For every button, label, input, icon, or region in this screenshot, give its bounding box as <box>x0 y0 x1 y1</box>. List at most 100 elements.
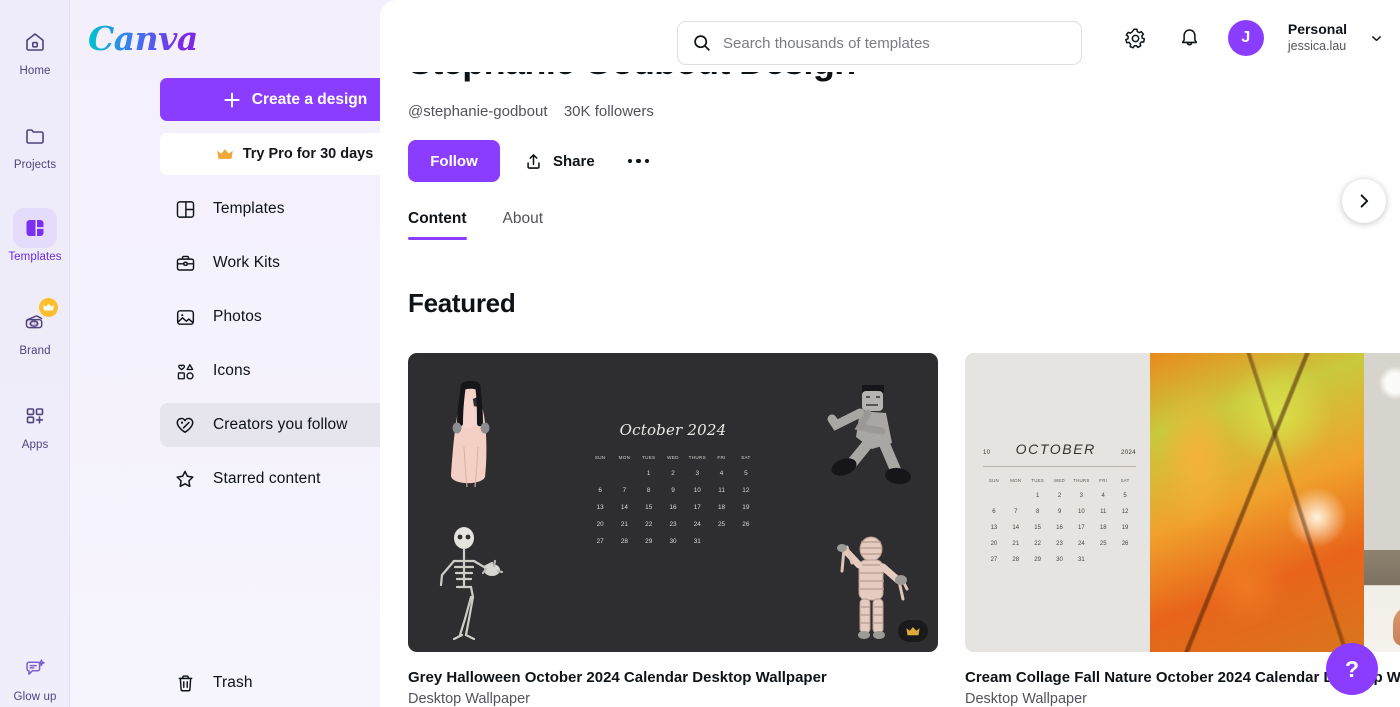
calendar-weekday: WED <box>1053 478 1065 483</box>
calendar-day: 29 <box>1034 557 1041 563</box>
calendar-day: 20 <box>596 521 604 528</box>
calendar-day: 18 <box>1099 525 1107 531</box>
calendar-day: 5 <box>744 470 748 477</box>
calendar-day: 3 <box>1079 493 1084 499</box>
avatar[interactable]: J <box>1227 20 1264 56</box>
template-thumbnail[interactable]: 10 OCTOBER 2024 SUN MON TUES WED THURS FRI SAT… <box>965 353 1400 652</box>
calendar-day-blank <box>612 470 636 477</box>
rail-label-templates: Templates <box>8 251 62 263</box>
calendar-day: 17 <box>1078 525 1085 531</box>
calendar-day: 20 <box>990 541 998 547</box>
ghost-lady-illustration <box>450 381 490 488</box>
calendar-weekday: THURS <box>1073 478 1090 483</box>
rail-item-home[interactable]: Home <box>0 22 70 77</box>
calendar-day: 22 <box>1034 541 1041 547</box>
profile-tabs: Content About <box>408 210 1400 240</box>
calendar-year: 2024 <box>1121 450 1136 456</box>
calendar-day: 25 <box>718 521 726 528</box>
calendar-day: 6 <box>598 487 602 494</box>
follow-button[interactable]: Follow <box>408 140 500 182</box>
tab-content[interactable]: Content <box>408 210 467 240</box>
calendar-day: 14 <box>620 504 628 511</box>
sidebar-label-work-kits: Work Kits <box>213 254 280 271</box>
template-card[interactable]: October 2024 SUN MON TUES WED THURS FRI SAT 1 2 3… <box>408 353 938 707</box>
calendar-heading: October 2024 <box>619 421 727 439</box>
rail-item-projects[interactable]: Projects <box>0 116 70 171</box>
templates-icon <box>13 208 57 248</box>
calendar-day: 13 <box>596 504 604 511</box>
calendar-day-blank <box>588 470 612 477</box>
tab-about[interactable]: About <box>503 210 544 240</box>
section-title-featured: Featured <box>408 288 516 318</box>
calendar-day: 5 <box>1123 493 1127 499</box>
calendar-weekday: SAT <box>741 455 751 460</box>
carousel-next-button[interactable] <box>1342 179 1386 223</box>
calendar-day-blank <box>983 493 1005 499</box>
calendar-day: 15 <box>645 504 653 511</box>
rail-item-glow-up[interactable]: Glow up <box>0 648 70 703</box>
creator-profile-header: Stephanie Godbout Design @stephanie-godb… <box>408 44 1400 240</box>
calendar-weekday: SUN <box>594 455 606 460</box>
account-email: jessica.lau <box>1287 38 1347 53</box>
settings-button[interactable] <box>1116 18 1156 58</box>
cream-calendar-pane: 10 OCTOBER 2024 SUN MON TUES WED THURS FRI SAT… <box>965 353 1150 652</box>
cream-collage-wallpaper-art: 10 OCTOBER 2024 SUN MON TUES WED THURS FRI SAT… <box>965 353 1400 652</box>
share-icon <box>527 153 540 169</box>
calendar-day: 29 <box>645 538 653 545</box>
rail-item-templates[interactable]: Templates <box>0 208 70 263</box>
calendar-day: 16 <box>1056 525 1063 531</box>
featured-card-list: October 2024 SUN MON TUES WED THURS FRI SAT 1 2 3… <box>408 353 1400 707</box>
calendar-day: 9 <box>1057 509 1062 515</box>
shapes-icon <box>174 360 196 382</box>
chevron-down-icon[interactable] <box>1369 31 1384 46</box>
calendar-day: 11 <box>1100 509 1107 515</box>
calendar-day: 23 <box>1056 541 1063 547</box>
search-bar[interactable] <box>677 21 1082 65</box>
photo-icon <box>174 306 196 328</box>
heart-creators-icon <box>174 414 196 436</box>
calendar-weekday: TUES <box>1031 478 1044 483</box>
rail-item-apps[interactable]: Apps <box>0 396 70 451</box>
calendar-day: 21 <box>620 521 628 528</box>
calendar-day: 9 <box>671 487 675 494</box>
rail-label-home: Home <box>19 65 51 77</box>
calendar-weekday: SAT <box>1120 478 1130 483</box>
calendar-day: 1 <box>646 470 651 477</box>
autumn-photo-collage <box>1150 353 1400 652</box>
try-pro-label: Try Pro for 30 days <box>242 146 374 162</box>
home-icon <box>13 22 57 62</box>
apps-icon <box>13 396 57 436</box>
card-subtitle: Desktop Wallpaper <box>408 691 530 707</box>
skeleton-illustration <box>439 527 504 640</box>
calendar-day: 18 <box>718 504 726 511</box>
rail-item-brand[interactable]: CO Brand <box>0 298 70 357</box>
account-switcher[interactable]: Personal jessica.lau <box>1288 21 1347 54</box>
calendar-day: 3 <box>695 470 700 477</box>
calendar-day: 21 <box>1012 541 1020 547</box>
calendar-day: 7 <box>622 487 627 494</box>
plus-icon <box>224 91 240 108</box>
canva-logo[interactable]: Canva <box>88 22 198 55</box>
notifications-button[interactable] <box>1170 18 1210 58</box>
rail-label-apps: Apps <box>21 439 49 451</box>
brand-icon: CO <box>13 298 58 342</box>
calendar-day: 28 <box>1012 557 1020 563</box>
cream-calendar: 10 OCTOBER 2024 SUN MON TUES WED THURS FRI SAT… <box>983 441 1136 563</box>
help-button[interactable]: ? <box>1326 643 1378 695</box>
canva-app-window: Home Projects Templates CO Brand Apps Gl… <box>0 0 1400 707</box>
calendar-weekday: MON <box>1010 478 1022 483</box>
calendar-day: 30 <box>1056 557 1063 563</box>
template-thumbnail[interactable]: October 2024 SUN MON TUES WED THURS FRI SAT 1 2 3… <box>408 353 938 652</box>
calendar-day: 12 <box>1121 509 1129 515</box>
more-dot <box>644 158 650 164</box>
calendar-weekday: THURS <box>688 455 706 460</box>
calendar-day: 28 <box>620 538 628 545</box>
search-input[interactable] <box>723 34 1067 52</box>
share-button[interactable]: Share <box>514 140 605 182</box>
calendar-day: 26 <box>742 521 750 528</box>
profile-actions: Follow Share <box>408 140 1400 182</box>
more-options-button[interactable] <box>619 141 659 181</box>
calendar-day: 10 <box>693 487 701 494</box>
calendar-weekday: MON <box>618 455 631 460</box>
main-content: Stephanie Godbout Design @stephanie-godb… <box>380 0 1400 707</box>
